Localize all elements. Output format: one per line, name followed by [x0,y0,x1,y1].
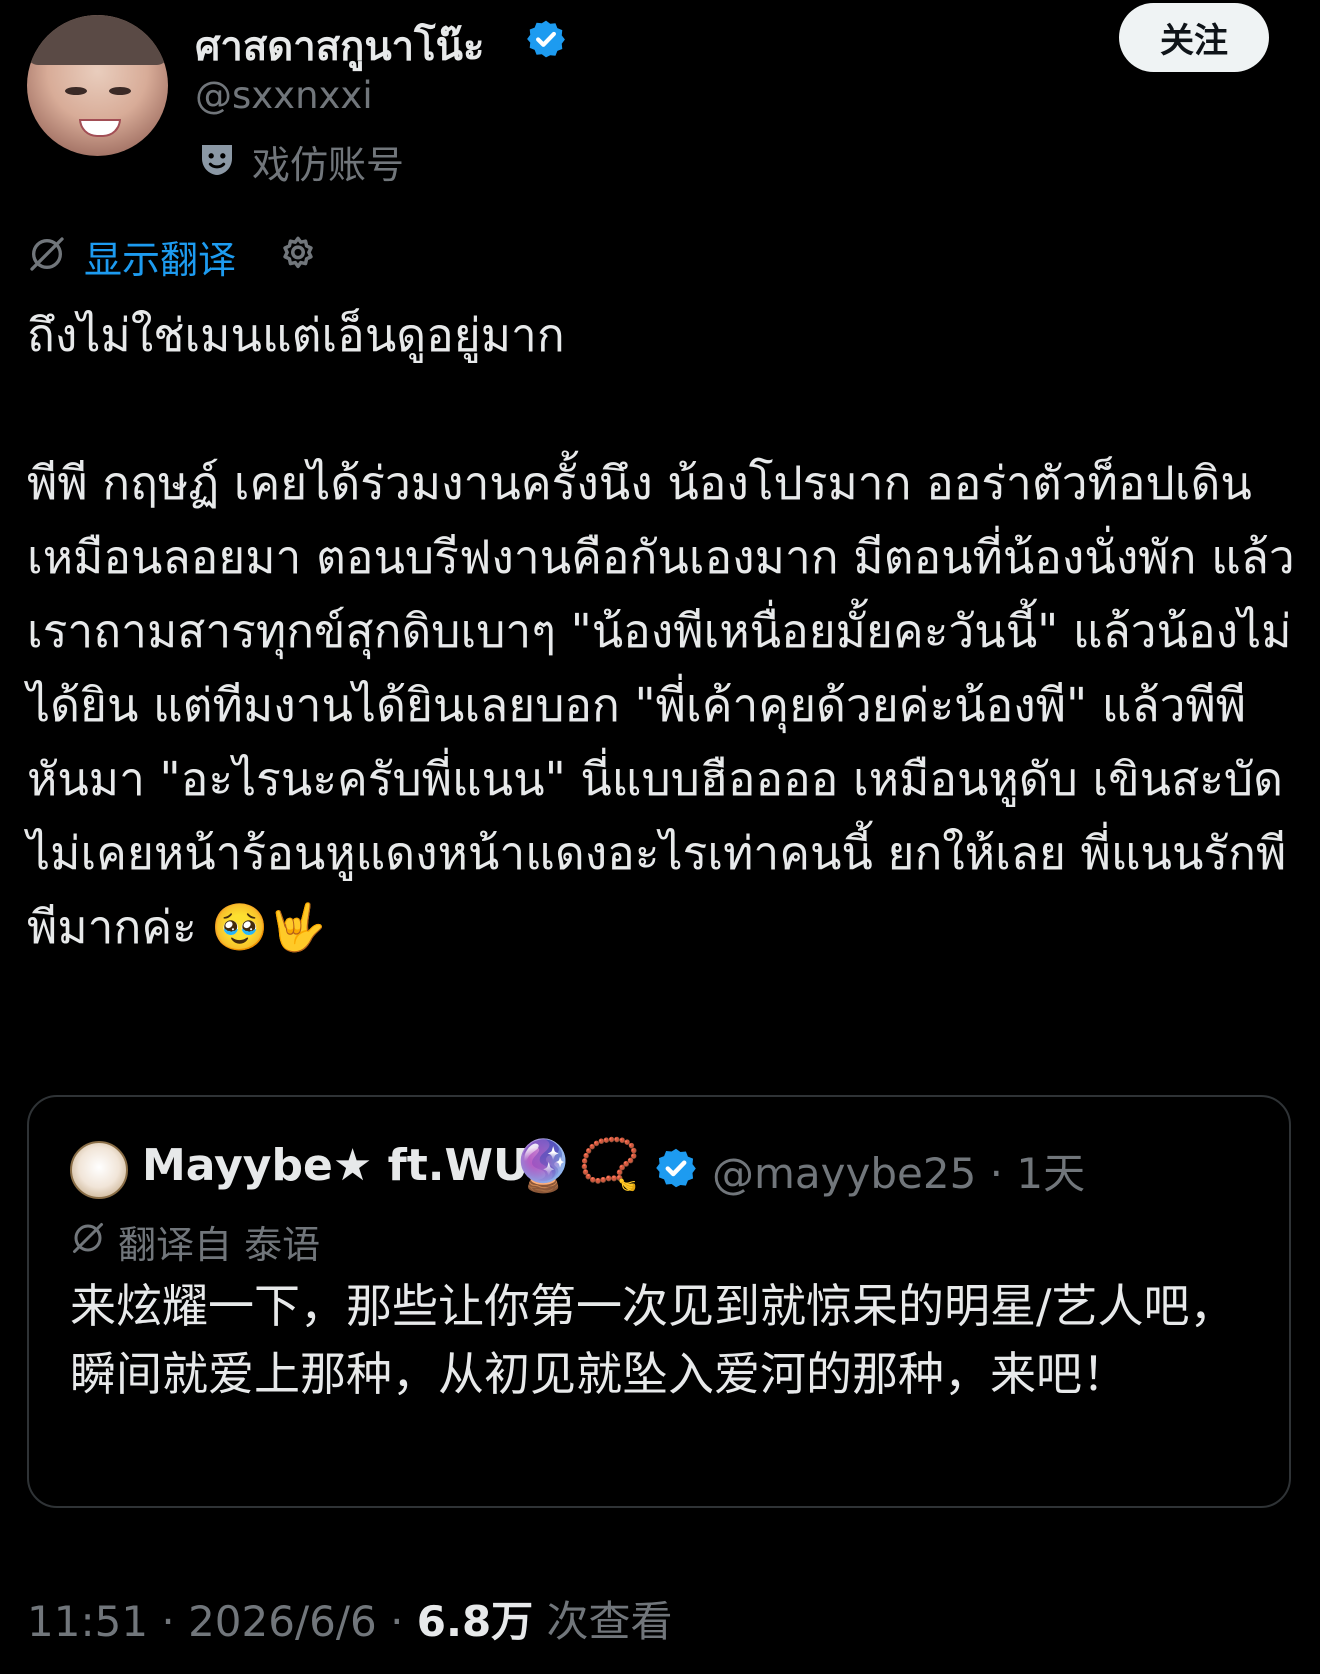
translate-icon [30,237,64,271]
view-count: 6.8万 [416,1597,534,1646]
crystal-ball-icon: 🔮 [512,1137,575,1195]
tweet-meta: 11:51 · 2026/6/6 · 6.8万 次查看 [27,1588,673,1649]
parody-mask-icon [202,145,232,175]
quoted-translate-icon [73,1223,103,1253]
quoted-verified-badge-icon [656,1148,696,1188]
translated-from-label: 翻译自 泰语 [118,1223,321,1267]
author-handle[interactable]: @sxxnxxi [195,74,373,117]
follow-button[interactable]: 关注 [1119,3,1269,72]
quoted-handle-time[interactable]: @mayybe25 · 1天 [712,1140,1085,1201]
verified-badge-icon [527,20,565,58]
gear-icon[interactable] [277,234,319,276]
author-display-name[interactable]: ศาสดาสกูนาโน๊ะ [195,14,484,78]
tweet-timestamp[interactable]: 11:51 · 2026/6/6 · [27,1597,417,1646]
show-translation-link[interactable]: 显示翻译 [84,229,236,284]
quoted-author-name[interactable]: Mayybe★ ft.WU [142,1140,529,1191]
quoted-author-avatar[interactable] [70,1141,128,1199]
parody-account-label: 戏仿账号 [252,143,405,187]
prayer-beads-icon: 📿 [578,1135,641,1193]
author-avatar[interactable] [27,15,168,156]
tweet-text: ถึงไม่ใช่เมนแต่เอ็นดูอยู่มาก พีพี กฤษฏ์ … [27,308,1295,954]
views-label: 次查看 [533,1597,673,1646]
quoted-tweet-text: 来炫耀一下，那些让你第一次见到就惊呆的明星/艺人吧，瞬间就爱上那种，从初见就坠入… [70,1279,1236,1401]
